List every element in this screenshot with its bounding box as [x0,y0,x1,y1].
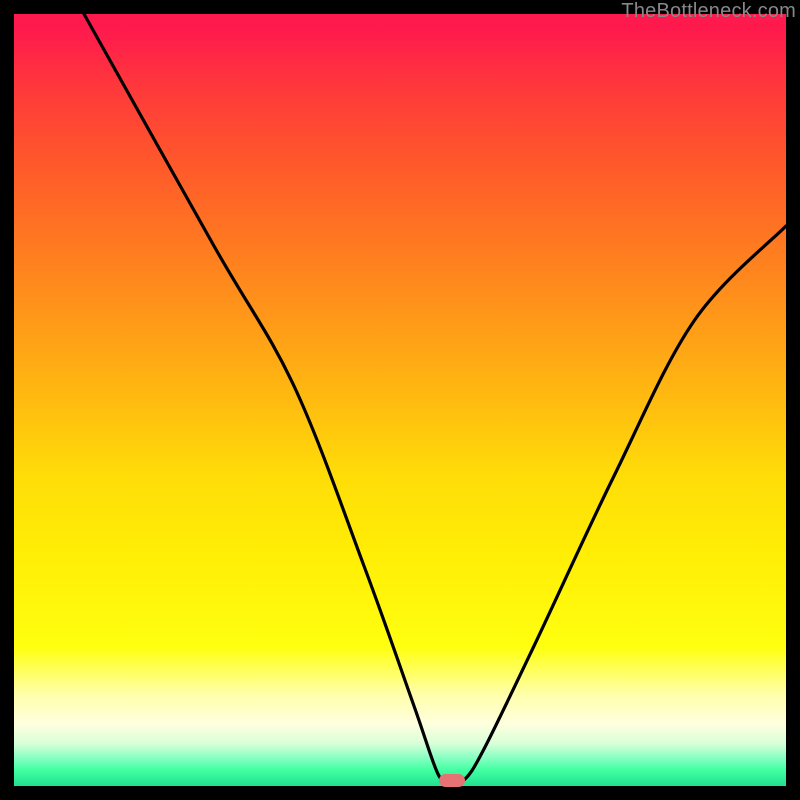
bottleneck-marker [439,774,465,787]
chart-curve-svg [14,14,786,786]
chart-area [14,14,786,786]
bottleneck-curve [84,14,786,783]
watermark-text: TheBottleneck.com [621,0,796,23]
